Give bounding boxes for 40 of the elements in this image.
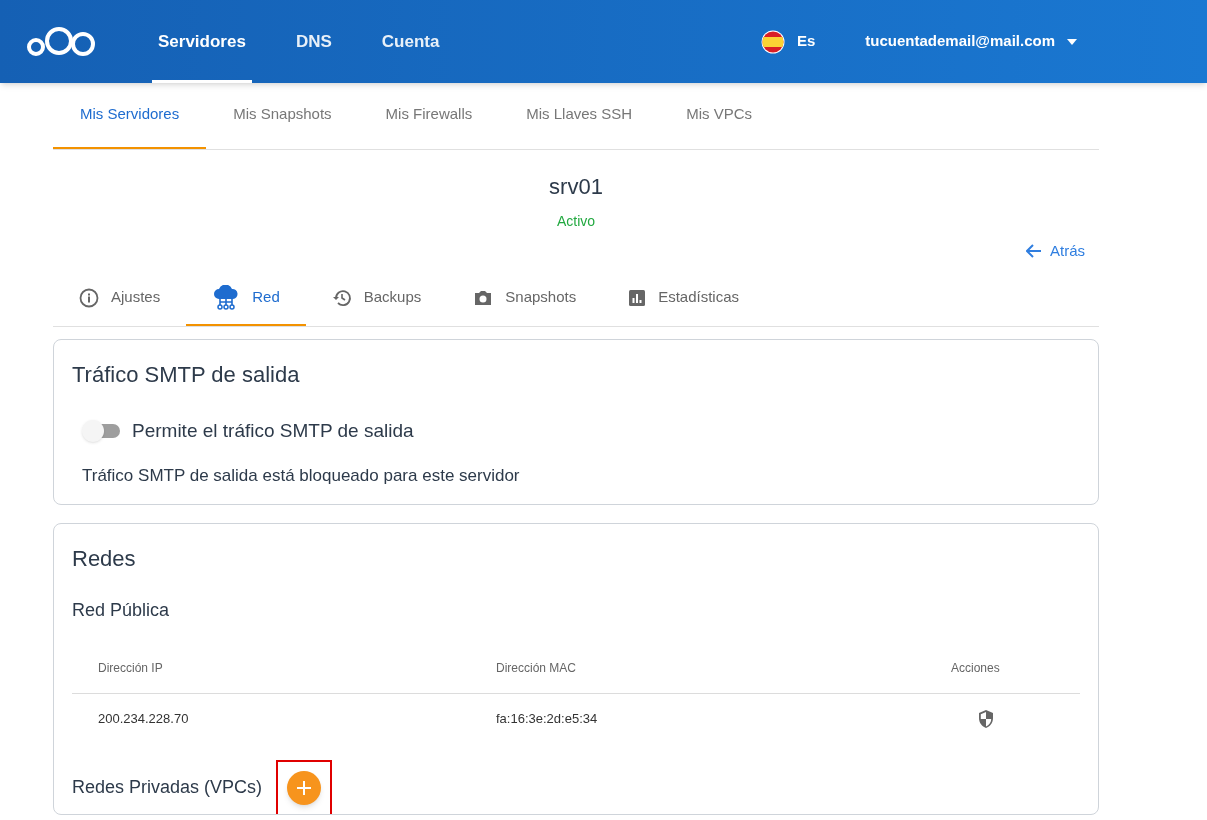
tab[interactable]: Snapshots <box>447 271 603 326</box>
arrow-left-icon <box>1026 244 1042 259</box>
tab[interactable]: Ajustes <box>53 271 187 326</box>
tab[interactable]: Mis Llaves SSH <box>499 103 660 149</box>
tab[interactable]: Estadísticas <box>602 271 766 326</box>
language-label[interactable]: Es <box>796 30 816 53</box>
table-cell-text: 200.234.228.70 <box>98 709 190 728</box>
tab[interactable]: Red <box>186 271 306 326</box>
column-header: Acciones <box>950 660 1001 677</box>
section-title: Redes Privadas (VPCs) <box>72 776 263 799</box>
tab[interactable]: Mis Snapshots <box>206 103 359 149</box>
nav-link[interactable]: Cuenta <box>375 0 446 83</box>
card-title: Redes <box>72 544 137 573</box>
smtp-toggle[interactable] <box>82 418 122 443</box>
table-cell-text: fa:16:3e:2d:e5:34 <box>496 709 599 728</box>
smtp-status-text: Tráfico SMTP de salida está bloqueado para este servidor <box>82 465 521 487</box>
info-icon <box>79 287 99 308</box>
logo-icon[interactable] <box>27 26 97 57</box>
server-status: Activo <box>556 212 596 231</box>
plus-icon <box>297 780 312 795</box>
tab[interactable]: Mis VPCs <box>659 103 779 149</box>
nav-link[interactable]: Servidores <box>152 0 252 83</box>
back-link[interactable]: Atrás <box>1026 240 1085 263</box>
caret-icon <box>1067 38 1077 45</box>
account-menu[interactable]: tucuentademail@mail.com <box>865 30 1077 53</box>
bar-chart-icon <box>628 288 647 307</box>
server-name: srv01 <box>549 173 603 201</box>
spain-flag-icon[interactable] <box>760 29 785 54</box>
tab[interactable]: Mis Firewalls <box>358 103 500 149</box>
column-header: Dirección MAC <box>496 660 577 677</box>
toggle-label: Permite el tráfico SMTP de salida <box>132 418 414 443</box>
tab[interactable]: Mis Servidores <box>53 103 207 149</box>
camera-icon <box>473 288 494 307</box>
history-icon <box>331 287 352 308</box>
card-title: Tráfico SMTP de salida <box>72 360 301 389</box>
section-title: Red Pública <box>72 598 171 622</box>
nav-link[interactable]: DNS <box>289 0 338 83</box>
tab[interactable]: Backups <box>305 271 448 326</box>
shield-icon[interactable] <box>977 708 995 729</box>
column-header: Dirección IP <box>98 660 164 677</box>
